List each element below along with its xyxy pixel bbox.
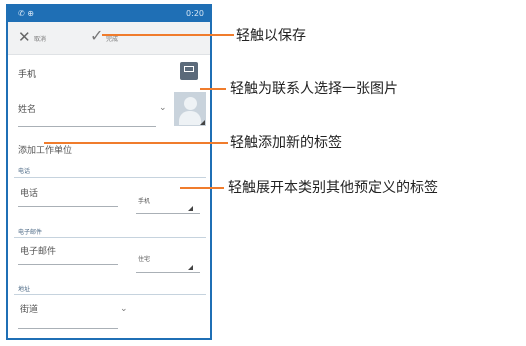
street-expand-chevron-icon[interactable]: ⌄ xyxy=(120,304,128,314)
name-input[interactable]: 姓名 xyxy=(18,102,36,115)
email-underline xyxy=(18,264,118,265)
phone-screen: ✆ ⊕ 0:20 ✕ 取消 ✓ 完成 手机 姓名 ⌄ 添加工作单位 电话 电话 … xyxy=(6,4,212,340)
add-label-callout: 轻触添加新的标签 xyxy=(230,135,342,151)
status-bar: ✆ ⊕ 0:20 xyxy=(8,6,210,22)
phone-section-label: 电话 xyxy=(18,168,31,175)
address-section-divider xyxy=(14,294,206,295)
person-body-icon xyxy=(179,111,201,125)
street-input[interactable]: 街道 xyxy=(20,302,38,315)
photo-corner-icon xyxy=(200,120,205,125)
name-underline xyxy=(18,126,156,127)
edit-toolbar: ✕ 取消 ✓ 完成 xyxy=(8,22,210,55)
phone-section-divider xyxy=(14,177,206,178)
street-underline xyxy=(18,328,118,329)
phone-type-dropdown-icon[interactable] xyxy=(188,206,193,211)
add-label-pointer-line xyxy=(44,142,228,144)
save-callout: 轻触以保存 xyxy=(236,28,306,44)
photo-callout: 轻触为联系人选择一张图片 xyxy=(230,81,398,97)
email-type-underline xyxy=(136,272,200,273)
phone-underline xyxy=(18,206,118,207)
address-section-label: 地址 xyxy=(18,286,31,293)
phone-input[interactable]: 电话 xyxy=(20,186,38,199)
email-section-label: 电子邮件 xyxy=(18,229,43,236)
close-icon[interactable]: ✕ xyxy=(18,28,31,46)
email-section-divider xyxy=(14,237,206,238)
person-head-icon xyxy=(184,97,197,110)
account-label: 手机 xyxy=(18,70,37,80)
phone-type-underline xyxy=(136,213,200,214)
email-input[interactable]: 电子邮件 xyxy=(20,244,56,257)
expand-pointer-line xyxy=(180,187,224,189)
photo-pointer-line xyxy=(200,88,226,90)
contact-photo[interactable] xyxy=(174,92,206,126)
phone-type-select[interactable]: 手机 xyxy=(138,196,150,205)
status-time: 0:20 xyxy=(186,9,204,18)
save-pointer-line xyxy=(102,34,234,36)
add-organization-link[interactable]: 添加工作单位 xyxy=(18,143,72,156)
email-type-dropdown-icon[interactable] xyxy=(188,265,193,270)
account-row: 手机 xyxy=(8,62,210,82)
status-left-icons: ✆ ⊕ xyxy=(18,9,34,18)
email-type-select[interactable]: 住宅 xyxy=(138,254,150,263)
name-expand-chevron-icon[interactable]: ⌄ xyxy=(159,103,167,113)
cancel-button[interactable]: 取消 xyxy=(34,34,46,43)
account-icon[interactable] xyxy=(180,62,198,80)
expand-types-callout: 轻触展开本类别其他预定义的标签 xyxy=(228,180,438,196)
more-section-label: 位置 xyxy=(18,337,30,338)
